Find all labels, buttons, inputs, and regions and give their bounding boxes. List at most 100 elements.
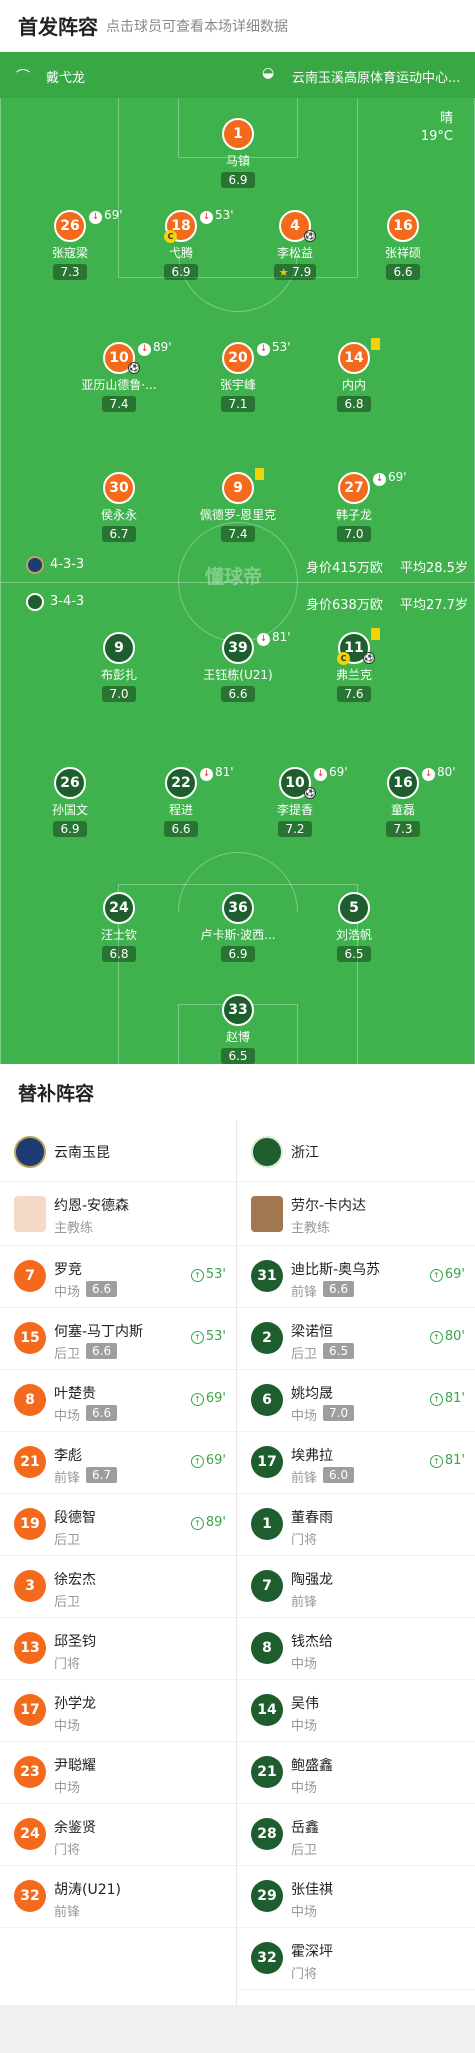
sub-on-icon: ↑ <box>429 1393 443 1406</box>
sub-off-icon: ↓ <box>422 768 435 781</box>
player-rating: 6.6 <box>221 686 255 702</box>
home-sub-row[interactable]: 3 徐宏杰 后卫 <box>0 1556 236 1618</box>
sub-position: 中场 <box>291 1409 318 1424</box>
player-rating: 7.4 <box>102 396 136 412</box>
sub-rating: 6.6 <box>86 1405 118 1421</box>
player-rating-value: 6.5 <box>344 947 364 961</box>
venue-name: 云南玉溪高原体育运动中心... <box>292 71 461 86</box>
away-sub-row[interactable]: 21 鲍盛鑫 中场 <box>237 1742 475 1804</box>
home-player[interactable]: 10 ↓ 89' ⚽ 亚历山德鲁·... 7.4 <box>64 340 174 412</box>
home-team-row[interactable]: 云南玉昆 <box>0 1120 236 1182</box>
sub-number: 32 <box>14 1880 46 1912</box>
home-sub-row[interactable]: 17 孙学龙 中场 <box>0 1680 236 1742</box>
away-coach-row[interactable]: 劳尔-卡内达 主教练 <box>237 1182 475 1246</box>
player-number: 16 <box>387 210 419 242</box>
player-name: 孙国文 <box>51 803 88 817</box>
sub-off-icon: ↓ <box>200 768 213 781</box>
player-number: 1 <box>222 118 254 150</box>
sub-off-icon: ↓ <box>138 343 151 356</box>
home-player[interactable]: 14 内内 6.8 <box>299 338 409 412</box>
away-coach-name: 劳尔-卡内达 <box>291 1198 367 1214</box>
sub-name: 迪比斯-奥乌苏 <box>291 1262 381 1278</box>
away-team-row[interactable]: 浙江 <box>237 1120 475 1182</box>
player-name: 张宇峰 <box>219 378 256 392</box>
home-player[interactable]: 1 马镇 6.9 <box>183 118 293 188</box>
player-rating-value: 7.0 <box>109 687 129 701</box>
sub-off-minute: 69' <box>104 208 123 222</box>
sub-name: 梁诺恒 <box>291 1324 333 1340</box>
home-player[interactable]: 16 张祥硕 6.6 <box>348 210 458 280</box>
away-sub-row[interactable]: 32 霍深坪 门将 <box>237 1928 475 1990</box>
sub-on-icon: ↑ <box>190 1393 204 1406</box>
away-team-age: 平均27.7岁 <box>400 598 468 613</box>
sub-position: 中场 <box>291 1719 318 1734</box>
home-sub-row[interactable]: 24 余鉴贤 门将 <box>0 1804 236 1866</box>
away-player[interactable]: 36 卢卡斯·波西... 6.9 <box>183 892 293 962</box>
goal-icon: ⚽ <box>304 230 316 242</box>
sub-rating: 6.5 <box>323 1343 355 1359</box>
sub-number: 8 <box>14 1384 46 1416</box>
player-name: 汪士钦 <box>100 928 137 942</box>
home-sub-row[interactable]: 21 李彪 前锋 6.7 ↑ 69' <box>0 1432 236 1494</box>
away-sub-row[interactable]: 6 姚均晟 中场 7.0 ↑ 81' <box>237 1370 475 1432</box>
away-player[interactable]: 22 ↓ 81' 程进 6.6 <box>126 765 236 837</box>
yellow-card-icon <box>371 338 380 350</box>
away-player[interactable]: 11 C ⚽ 弗兰克 7.6 <box>299 628 409 702</box>
away-sub-row[interactable]: 28 岳鑫 后卫 <box>237 1804 475 1866</box>
away-player[interactable]: 24 汪士钦 6.8 <box>64 892 174 962</box>
away-sub-row[interactable]: 7 陶强龙 前锋 <box>237 1556 475 1618</box>
temperature-text: 19°C <box>420 129 453 144</box>
home-player[interactable]: 26 ↓ 69' 张寇梁 7.3 <box>15 208 125 280</box>
home-sub-row[interactable]: 7 罗竞 中场 6.6 ↑ 53' <box>0 1246 236 1308</box>
home-player[interactable]: 27 ↓ 69' 韩子龙 7.0 <box>299 470 409 542</box>
sub-position: 前锋 <box>291 1285 318 1300</box>
sub-off-minute: 69' <box>388 470 407 484</box>
player-name: 李松益 <box>276 246 313 260</box>
home-coach-role: 主教练 <box>54 1221 94 1236</box>
sub-name: 吴伟 <box>291 1696 319 1712</box>
sub-on-icon: ↑ <box>429 1331 443 1344</box>
home-player[interactable]: 4 ⚽ 李松益 ★ 7.9 <box>240 210 350 280</box>
home-sub-row[interactable]: 32 胡涛(U21) 前锋 <box>0 1866 236 1928</box>
sub-off-minute: 80' <box>437 765 456 779</box>
sub-on-minute: 69' <box>444 1267 465 1282</box>
away-player[interactable]: 39 ↓ 81' 王钰栋(U21) 6.6 <box>183 630 293 702</box>
sub-off-minute: 81' <box>215 765 234 779</box>
home-player[interactable]: 30 侯永永 6.7 <box>64 472 174 542</box>
sub-number: 14 <box>251 1694 283 1726</box>
player-rating: 6.9 <box>53 821 87 837</box>
away-sub-row[interactable]: 31 迪比斯-奥乌苏 前锋 6.6 ↑ 69' <box>237 1246 475 1308</box>
home-sub-row[interactable]: 15 何塞-马丁内斯 后卫 6.6 ↑ 53' <box>0 1308 236 1370</box>
home-player[interactable]: 18 ↓ 53' C 弋腾 6.9 <box>126 208 236 280</box>
player-number: 36 <box>222 892 254 924</box>
home-sub-row[interactable]: 23 尹聪耀 中场 <box>0 1742 236 1804</box>
home-sub-row[interactable]: 13 邱圣钧 门将 <box>0 1618 236 1680</box>
away-sub-row[interactable]: 14 吴伟中场 <box>237 1680 475 1742</box>
away-player[interactable]: 16 ↓ 80' 童磊 7.3 <box>348 765 458 837</box>
home-coach-row[interactable]: 约恩-安德森 主教练 <box>0 1182 236 1246</box>
away-sub-row[interactable]: 29 张佳祺 中场 <box>237 1866 475 1928</box>
away-player[interactable]: 10 ↓ 69' ⚽ 李提香 7.2 <box>240 765 350 837</box>
sub-position: 门将 <box>54 1843 81 1858</box>
away-player[interactable]: 9 布彭扎 7.0 <box>64 632 174 702</box>
player-name: 马镇 <box>225 154 250 168</box>
home-player[interactable]: 9 佩德罗-恩里克 7.4 <box>183 468 293 542</box>
sub-position: 中场 <box>291 1905 318 1920</box>
player-rating: 6.5 <box>337 946 371 962</box>
sub-rating: 6.6 <box>86 1343 118 1359</box>
away-player[interactable]: 26 孙国文 6.9 <box>15 767 125 837</box>
away-player[interactable]: 33 赵博 6.5 <box>183 994 293 1064</box>
player-rating-value: 6.6 <box>228 687 248 701</box>
home-sub-row[interactable]: 8 叶楚贵 中场 6.6 ↑ 69' <box>0 1370 236 1432</box>
away-sub-row[interactable]: 8 钱杰给 中场 <box>237 1618 475 1680</box>
away-sub-row[interactable]: 2 梁诺恒 后卫 6.5 ↑ 80' <box>237 1308 475 1370</box>
away-player[interactable]: 5 刘浩帆 6.5 <box>299 892 409 962</box>
away-sub-row[interactable]: 1 董春雨 门将 <box>237 1494 475 1556</box>
home-sub-row[interactable]: 19 段德智 后卫 ↑ 89' <box>0 1494 236 1556</box>
player-number: 9 <box>103 632 135 664</box>
away-sub-row[interactable]: 17 埃弗拉 前锋 6.0 ↑ 81' <box>237 1432 475 1494</box>
player-name: 佩德罗-恩里克 <box>199 508 277 522</box>
player-rating-value: 6.9 <box>228 947 248 961</box>
lineup-header: 首发阵容 点击球员可查看本场详细数据 <box>0 0 475 52</box>
home-player[interactable]: 20 ↓ 53' 张宇峰 7.1 <box>183 340 293 412</box>
